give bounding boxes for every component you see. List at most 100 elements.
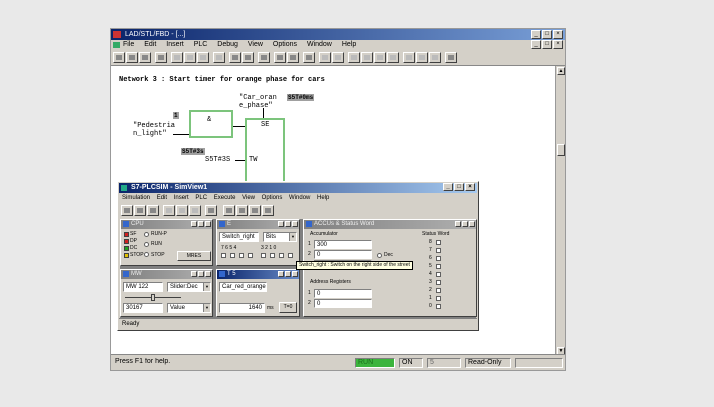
doc-close-button[interactable]: × <box>553 40 563 49</box>
input-address-field[interactable]: Switch_right <box>219 232 259 242</box>
input-maximize-button[interactable] <box>285 221 291 227</box>
copy-button[interactable] <box>184 52 196 63</box>
bit-0-checkbox[interactable] <box>288 253 293 258</box>
cpu-close-button[interactable] <box>205 221 211 227</box>
menu-window[interactable]: Window <box>307 41 332 48</box>
maximize-button[interactable]: □ <box>542 30 552 39</box>
ar-2-field[interactable]: 0 <box>314 299 372 308</box>
sw-bit-7-checkbox[interactable] <box>436 248 441 253</box>
run-radio[interactable] <box>144 242 149 247</box>
sw-bit-6-checkbox[interactable] <box>436 256 441 261</box>
menu-plc[interactable]: PLC <box>194 41 208 48</box>
sw-bit-8-checkbox[interactable] <box>436 240 441 245</box>
insert-button[interactable] <box>403 52 415 63</box>
box-button[interactable] <box>303 52 315 63</box>
sw-bit-0-checkbox[interactable] <box>436 304 441 309</box>
mres-button[interactable]: MRES <box>177 251 211 261</box>
nav-next-button[interactable] <box>374 52 386 63</box>
close-button[interactable]: × <box>553 30 563 39</box>
view-button[interactable] <box>229 52 241 63</box>
accu-minimize-button[interactable] <box>455 221 461 227</box>
sw-bit-5-checkbox[interactable] <box>436 264 441 269</box>
mw-format-select[interactable]: Slider:Dec ▼ <box>167 282 211 292</box>
network-button[interactable] <box>258 52 270 63</box>
plcsim-new-button[interactable] <box>121 205 133 216</box>
accu-2-field[interactable]: 0 <box>314 250 372 259</box>
bit-1-checkbox[interactable] <box>279 253 284 258</box>
accu-close-button[interactable] <box>469 221 475 227</box>
new-button[interactable] <box>113 52 125 63</box>
mw-slider-thumb[interactable] <box>151 294 155 301</box>
nav-prev-button[interactable] <box>361 52 373 63</box>
mw-address-field[interactable]: MW 122 <box>123 282 163 292</box>
open-button[interactable] <box>126 52 138 63</box>
plcsim-menu-help[interactable]: Help <box>317 195 329 201</box>
sw-bit-3-checkbox[interactable] <box>436 280 441 285</box>
timer-close-button[interactable] <box>292 271 298 277</box>
input-minimize-button[interactable] <box>278 221 284 227</box>
run-p-radio[interactable] <box>144 232 149 237</box>
timer-value-field[interactable]: 1640 <box>219 303 265 313</box>
scroll-thumb[interactable] <box>557 144 565 156</box>
plcsim-menu-options[interactable]: Options <box>262 195 283 201</box>
accu-maximize-button[interactable] <box>462 221 468 227</box>
bit-3-checkbox[interactable] <box>261 253 266 258</box>
paste-button[interactable] <box>197 52 209 63</box>
timer-maximize-button[interactable] <box>285 271 291 277</box>
mw-close-button[interactable] <box>205 271 211 277</box>
plcsim-menu-window[interactable]: Window <box>289 195 310 201</box>
input-format-select[interactable]: Bits ▼ <box>263 232 297 242</box>
plcsim-timer-button[interactable] <box>262 205 274 216</box>
plcsim-maximize-button[interactable]: □ <box>454 183 464 191</box>
and-block[interactable] <box>189 110 233 138</box>
plcsim-menu-execute[interactable]: Execute <box>214 195 236 201</box>
menu-file[interactable]: File <box>123 41 134 48</box>
coil-button[interactable] <box>287 52 299 63</box>
plcsim-minimize-button[interactable]: _ <box>443 183 453 191</box>
mw-value-field[interactable]: 30167 <box>123 303 163 313</box>
branch-open-button[interactable] <box>319 52 331 63</box>
mw-value-select[interactable]: Value ▼ <box>167 303 211 313</box>
nav-last-button[interactable] <box>387 52 399 63</box>
plcsim-copy-button[interactable] <box>176 205 188 216</box>
plcsim-menu-edit[interactable]: Edit <box>157 195 167 201</box>
sw-bit-2-checkbox[interactable] <box>436 288 441 293</box>
stop-radio[interactable] <box>144 252 149 257</box>
download-button[interactable] <box>213 52 225 63</box>
minimize-button[interactable]: _ <box>531 30 541 39</box>
help-button[interactable] <box>445 52 457 63</box>
plcsim-menu-simulation[interactable]: Simulation <box>122 195 150 201</box>
cpu-minimize-button[interactable] <box>191 221 197 227</box>
mw-maximize-button[interactable] <box>198 271 204 277</box>
input-close-button[interactable] <box>292 221 298 227</box>
plcsim-cut-button[interactable] <box>163 205 175 216</box>
scroll-up-arrow[interactable]: ▲ <box>557 67 565 75</box>
menu-insert[interactable]: Insert <box>166 41 184 48</box>
accu-1-field[interactable]: 300 <box>314 240 372 249</box>
plcsim-input-button[interactable] <box>223 205 235 216</box>
plcsim-bitmemory-button[interactable] <box>249 205 261 216</box>
timer-minimize-button[interactable] <box>278 271 284 277</box>
delete-button[interactable] <box>416 52 428 63</box>
plcsim-help-button[interactable] <box>205 205 217 216</box>
menu-view[interactable]: View <box>248 41 263 48</box>
plcsim-menu-plc[interactable]: PLC <box>195 195 207 201</box>
plcsim-menu-view[interactable]: View <box>242 195 255 201</box>
timer-address-field[interactable]: Car_red_orange <box>219 282 267 292</box>
dec-radio[interactable] <box>377 253 382 258</box>
cpu-maximize-button[interactable] <box>198 221 204 227</box>
bit-2-checkbox[interactable] <box>270 253 275 258</box>
print-button[interactable] <box>155 52 167 63</box>
plcsim-output-button[interactable] <box>236 205 248 216</box>
menu-help[interactable]: Help <box>342 41 356 48</box>
sw-bit-1-checkbox[interactable] <box>436 296 441 301</box>
plcsim-paste-button[interactable] <box>189 205 201 216</box>
branch-close-button[interactable] <box>332 52 344 63</box>
menu-options[interactable]: Options <box>273 41 297 48</box>
bit-4-checkbox[interactable] <box>248 253 253 258</box>
timer-reset-button[interactable]: T=0 <box>279 302 297 313</box>
bit-7-checkbox[interactable] <box>221 253 226 258</box>
vertical-scrollbar[interactable]: ▲ ▼ <box>555 66 565 356</box>
sw-bit-4-checkbox[interactable] <box>436 272 441 277</box>
nav-first-button[interactable] <box>348 52 360 63</box>
